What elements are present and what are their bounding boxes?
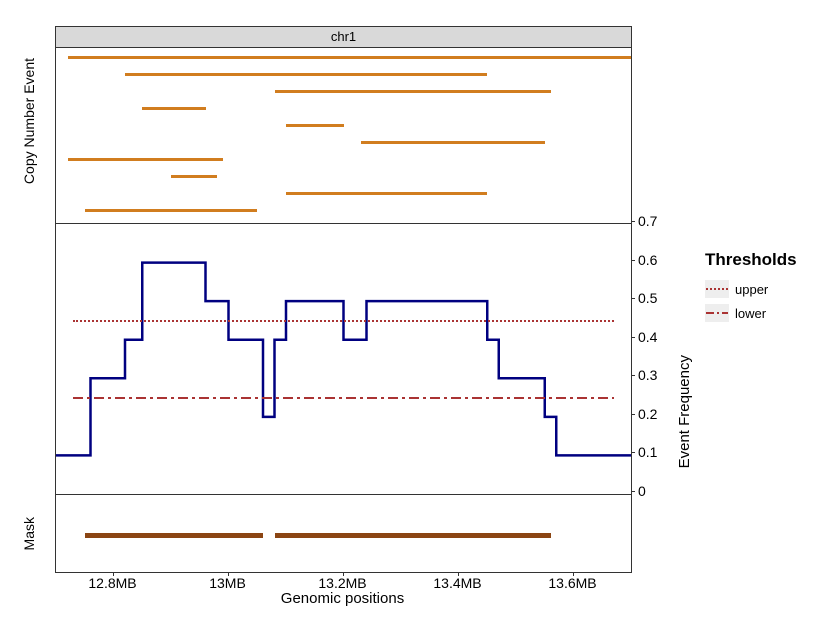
y-axis-right-label: Event Frequency (676, 355, 693, 468)
y-tick-label: 0.6 (638, 252, 657, 268)
cne-event-bar (286, 124, 344, 127)
y-tick-label: 0.2 (638, 406, 657, 422)
x-axis-label: Genomic positions (55, 590, 630, 607)
x-tick-label: 13MB (209, 575, 246, 591)
x-tick-label: 13.2MB (318, 575, 366, 591)
cne-event-bar (85, 209, 258, 212)
legend-title: Thresholds (705, 250, 825, 270)
threshold-upper-line (73, 320, 614, 322)
strip-label: chr1 (331, 29, 356, 44)
cne-event-bar (125, 73, 487, 76)
legend-label-upper: upper (735, 282, 768, 297)
panel-event-frequency (56, 224, 631, 495)
x-tick-label: 13.4MB (433, 575, 481, 591)
x-tick-label: 13.6MB (548, 575, 596, 591)
legend-item-upper: upper (705, 278, 825, 300)
legend-swatch-upper (705, 280, 729, 298)
cne-event-bar (361, 141, 545, 144)
legend-swatch-lower (705, 304, 729, 322)
panel-label-cne: Copy Number Event (21, 58, 37, 184)
cne-event-bar (68, 56, 632, 59)
cne-event-bar (68, 158, 223, 161)
y-tick-label: 0.5 (638, 290, 657, 306)
cne-event-bar (275, 90, 551, 93)
cne-event-bar (142, 107, 205, 110)
cne-event-bar (286, 192, 487, 195)
y-tick-label: 0.3 (638, 367, 657, 383)
panel-label-mask: Mask (21, 517, 37, 550)
mask-segment (275, 533, 551, 538)
legend: Thresholds upper lower (705, 250, 825, 326)
panel-mask: Mask (56, 495, 631, 575)
y-tick-label: 0.1 (638, 444, 657, 460)
legend-item-lower: lower (705, 302, 825, 324)
threshold-lower-line (56, 397, 631, 401)
legend-label-lower: lower (735, 306, 766, 321)
plot-area: chr1 Copy Number Event Mask (55, 26, 632, 573)
x-tick-label: 12.8MB (88, 575, 136, 591)
y-tick-label: 0.4 (638, 329, 657, 345)
y-tick-label: 0.7 (638, 213, 657, 229)
mask-segment (85, 533, 263, 538)
strip-header: chr1 (56, 27, 631, 48)
cne-event-bar (171, 175, 217, 178)
chart-container: chr1 Copy Number Event Mask 12.8MB 13MB 13… (10, 10, 830, 610)
panel-copy-number-event: Copy Number Event (56, 48, 631, 224)
y-tick-label: 0 (638, 483, 646, 499)
